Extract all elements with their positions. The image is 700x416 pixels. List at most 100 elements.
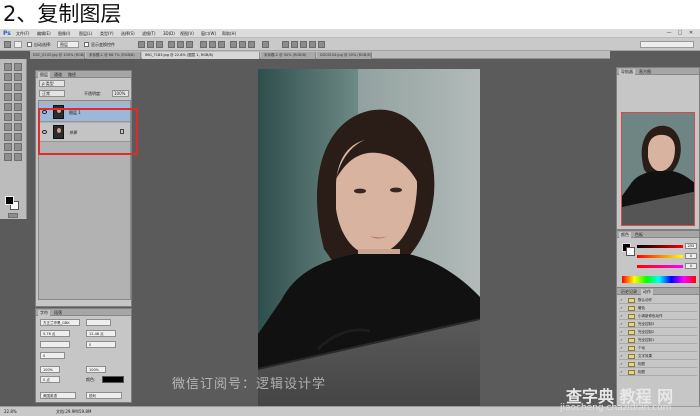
zoom-tool-icon[interactable] — [14, 153, 22, 161]
leading-field[interactable]: 12.48 点 — [86, 330, 116, 337]
align-hcenter-icon[interactable] — [177, 41, 184, 48]
crop-tool-icon[interactable] — [4, 83, 12, 91]
menu-file[interactable]: 文件(F) — [16, 30, 29, 37]
antialias-select[interactable]: 锐利 — [86, 392, 122, 399]
action-set-row[interactable]: ✓ 相框 — [619, 369, 697, 376]
document-tab[interactable]: 未标题-1 @ 66.7% (RGB/8) — [86, 52, 141, 59]
font-family-select[interactable]: 方正兰亭黑_GBK — [40, 319, 80, 326]
tab-color[interactable]: 颜色 — [619, 232, 631, 238]
align-vcenter-icon[interactable] — [147, 41, 154, 48]
menu-layer[interactable]: 图层(L) — [79, 30, 92, 37]
quick-mask-icon[interactable] — [8, 213, 18, 218]
green-value[interactable]: 0 — [685, 253, 697, 259]
align-top-icon[interactable] — [138, 41, 145, 48]
distribute-bottom-icon[interactable] — [218, 41, 225, 48]
history-brush-tool-icon[interactable] — [14, 103, 22, 111]
close-button[interactable]: ✕ — [686, 30, 696, 37]
tsume-field[interactable]: 0 — [40, 352, 65, 359]
blue-slider[interactable] — [637, 265, 683, 268]
blend-mode-select[interactable]: 正常 — [39, 90, 65, 97]
action-set-row[interactable]: ✓ 完全控制2 — [619, 329, 697, 336]
path-select-tool-icon[interactable] — [4, 143, 12, 151]
document-canvas[interactable] — [258, 69, 480, 416]
opacity-field[interactable]: 100% — [112, 90, 129, 97]
tab-paragraph[interactable]: 段落 — [52, 310, 64, 316]
3d-pan-icon[interactable] — [309, 41, 316, 48]
shape-tool-icon[interactable] — [14, 143, 22, 151]
font-size-field[interactable]: 5.76 点 — [40, 330, 70, 337]
red-slider[interactable] — [637, 245, 683, 248]
blur-tool-icon[interactable] — [4, 123, 12, 131]
healing-brush-tool-icon[interactable] — [4, 93, 12, 101]
color-ramp[interactable] — [622, 276, 696, 283]
baseline-shift-field[interactable]: 0 点 — [40, 376, 60, 383]
red-value[interactable]: 255 — [685, 243, 697, 249]
action-set-row[interactable]: ✓ 小清新修色动作 — [619, 313, 697, 320]
action-set-row[interactable]: ✓ 暖色 — [619, 305, 697, 312]
tab-history[interactable]: 历史记录 — [619, 289, 639, 295]
action-set-row[interactable]: ✓ 完全控制1 — [619, 337, 697, 344]
language-select[interactable]: 美国英语 — [40, 392, 76, 399]
document-tab-active[interactable]: IMG_7183.jpg @ 22.8% (图层 1, RGB/8) — [142, 52, 260, 59]
zoom-level[interactable]: 22.8% — [4, 408, 17, 416]
3d-rotate-icon[interactable] — [291, 41, 298, 48]
vertical-scale-field[interactable]: 100% — [40, 366, 60, 373]
check-icon[interactable]: ✓ — [620, 346, 624, 350]
kerning-field[interactable] — [40, 341, 70, 348]
hand-tool-icon[interactable] — [4, 153, 12, 161]
horizontal-scale-field[interactable]: 100% — [86, 366, 106, 373]
font-style-select[interactable] — [86, 319, 111, 326]
check-icon[interactable]: ✓ — [620, 330, 624, 334]
minimize-button[interactable]: — — [664, 30, 674, 37]
menu-help[interactable]: 帮助(H) — [222, 30, 236, 37]
action-set-row[interactable]: ✓ 相框 — [619, 361, 697, 368]
workspace-switcher[interactable] — [640, 41, 694, 48]
document-tab[interactable]: DSC_0143.jpg @ 100% (RGB/8) — [30, 52, 85, 59]
tracking-field[interactable]: 0 — [86, 341, 116, 348]
tab-histogram[interactable]: 直方图 — [637, 69, 653, 75]
check-icon[interactable]: ✓ — [620, 314, 624, 318]
menu-type[interactable]: 类型(Y) — [100, 30, 114, 37]
lasso-tool-icon[interactable] — [4, 73, 12, 81]
tab-actions[interactable]: 动作 — [641, 289, 653, 295]
foreground-color-swatch[interactable] — [5, 196, 14, 205]
check-icon[interactable]: ✓ — [620, 306, 624, 310]
tab-swatches[interactable]: 色板 — [633, 232, 645, 238]
check-icon[interactable]: ✓ — [620, 362, 624, 366]
check-icon[interactable]: ✓ — [620, 370, 624, 374]
document-tab[interactable]: DSC6104.jpg @ 50% (RGB/8) — [317, 52, 372, 59]
gradient-tool-icon[interactable] — [14, 113, 22, 121]
pen-tool-icon[interactable] — [4, 133, 12, 141]
menu-filter[interactable]: 滤镜(T) — [142, 30, 156, 37]
align-bottom-icon[interactable] — [156, 41, 163, 48]
move-tool-icon[interactable] — [4, 41, 11, 48]
check-icon[interactable]: ✓ — [620, 322, 624, 326]
eyedropper-tool-icon[interactable] — [14, 83, 22, 91]
navigator-preview[interactable] — [621, 112, 695, 226]
dodge-tool-icon[interactable] — [14, 123, 22, 131]
menu-window[interactable]: 窗口(W) — [201, 30, 216, 37]
3d-mode-icon[interactable] — [282, 41, 289, 48]
blue-value[interactable]: 0 — [685, 263, 697, 269]
tab-character[interactable]: 字符 — [38, 310, 50, 316]
action-set-row[interactable]: ✓ 个动 — [619, 345, 697, 352]
clone-stamp-tool-icon[interactable] — [4, 103, 12, 111]
auto-align-icon[interactable] — [262, 41, 269, 48]
check-icon[interactable]: ✓ — [620, 298, 624, 302]
color-bg-swatch[interactable] — [626, 247, 635, 256]
tab-layers[interactable]: 图层 — [38, 72, 50, 78]
layer-kind-filter[interactable]: ρ 类型 — [39, 80, 65, 87]
menu-3d[interactable]: 3D(D) — [163, 30, 175, 37]
quick-select-tool-icon[interactable] — [14, 73, 22, 81]
move-tool-icon[interactable] — [4, 63, 12, 71]
menu-view[interactable]: 视图(V) — [180, 30, 194, 37]
align-right-icon[interactable] — [186, 41, 193, 48]
tool-preset-picker[interactable] — [14, 41, 22, 48]
menu-image[interactable]: 图像(I) — [58, 30, 70, 37]
tab-channels[interactable]: 通道 — [52, 72, 64, 78]
document-tab[interactable]: 未标题-2 @ 50% (RGB/8) — [261, 52, 316, 59]
distribute-right-icon[interactable] — [248, 41, 255, 48]
green-slider[interactable] — [637, 255, 683, 258]
eraser-tool-icon[interactable] — [4, 113, 12, 121]
brush-tool-icon[interactable] — [14, 93, 22, 101]
